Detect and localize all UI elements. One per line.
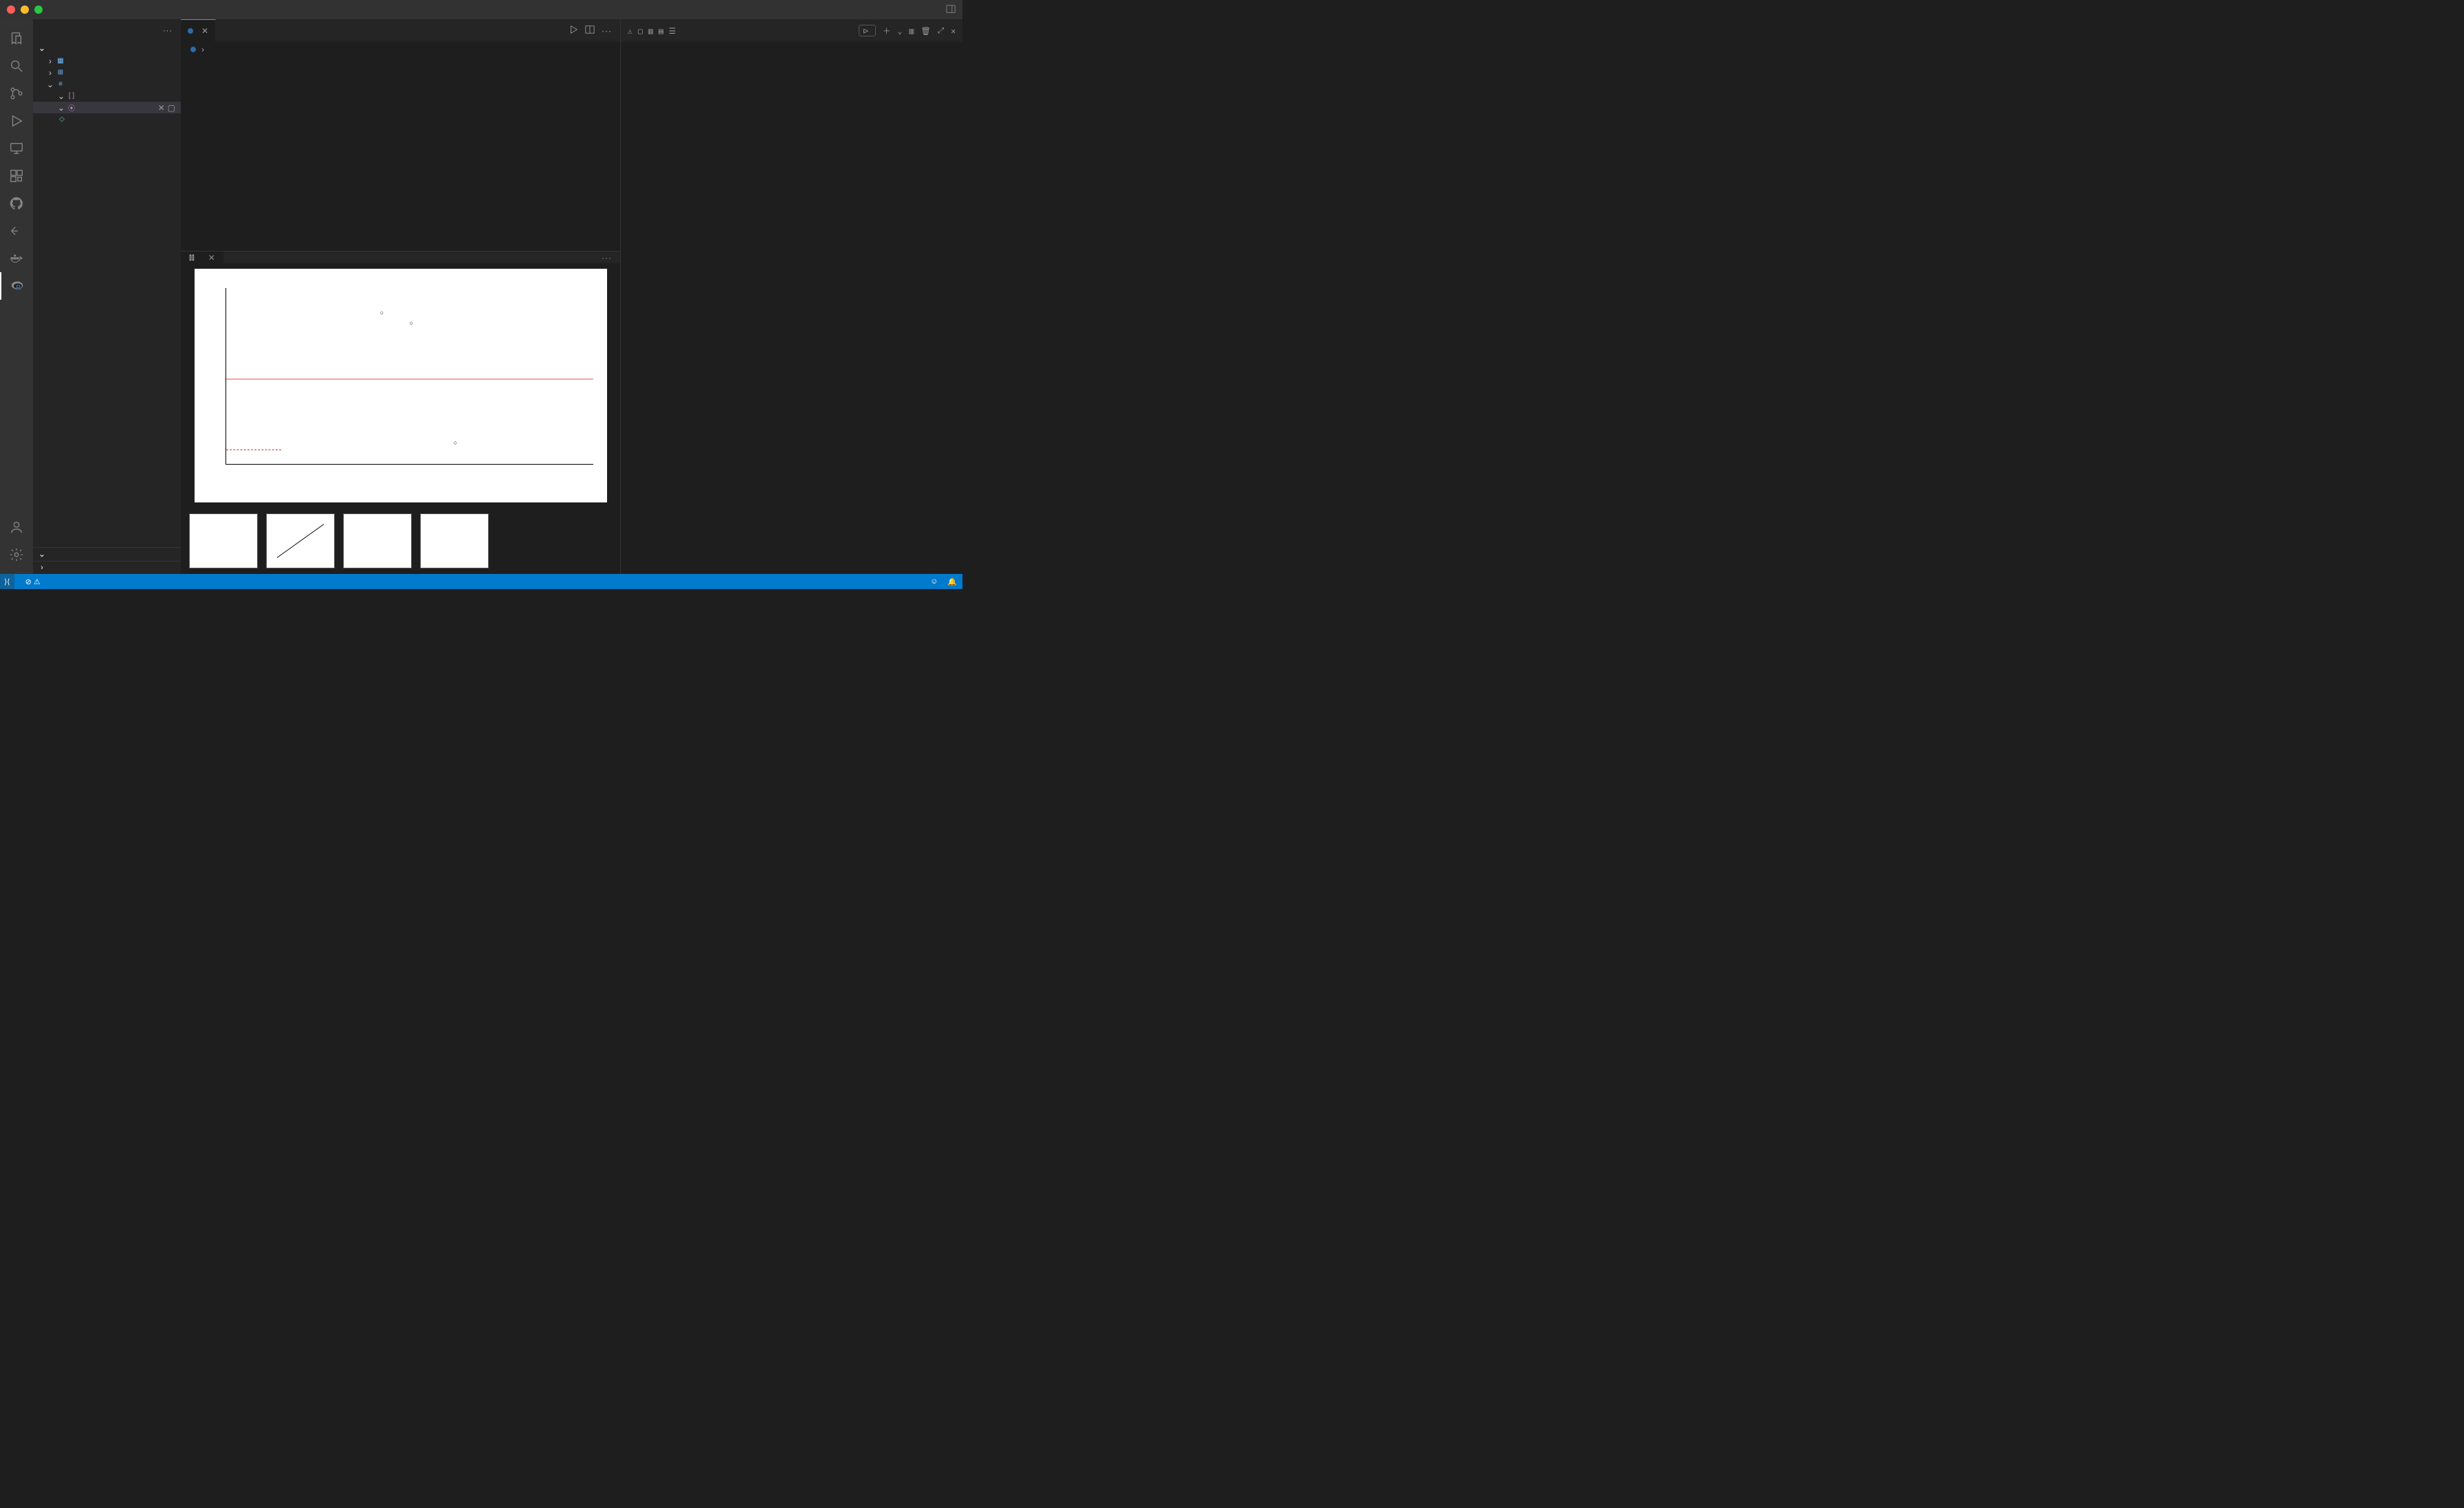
tree-var-n[interactable]: ◇	[33, 113, 181, 125]
split-editor-icon[interactable]	[585, 25, 595, 36]
window-minimize-mac[interactable]	[21, 5, 29, 14]
source-control-icon[interactable]	[0, 80, 33, 107]
settings-gear-icon[interactable]	[0, 541, 33, 568]
terminal-close-icon[interactable]: ✕	[951, 26, 956, 36]
activity-bar: R	[0, 19, 33, 574]
plot-tab[interactable]: ⫾⫾ ✕	[181, 252, 223, 263]
plot-tab-close-icon[interactable]: ✕	[208, 253, 215, 263]
live-share-icon[interactable]	[0, 217, 33, 245]
window-close-mac[interactable]	[7, 5, 15, 14]
tree-var-dt[interactable]: ⌄[ ]	[33, 90, 181, 102]
remote-indicator[interactable]: ⟩⟨	[0, 574, 14, 589]
editor-more-icon[interactable]: ···	[602, 26, 612, 36]
plot-thumb-2[interactable]	[266, 513, 335, 568]
r-file-icon	[188, 28, 193, 34]
status-feedback-icon[interactable]: ☺	[930, 577, 938, 586]
terminal-panel: ⚠ ▢ ▥ ▤ ☰ ▷ ＋ ⌄ ▥ 🗑 ⤢ ✕	[620, 19, 962, 574]
statusbar: ⟩⟨ ⊘ ⚠ ☺ 🔔	[0, 574, 962, 589]
plot-panel: ⫾⫾ ✕ ··· ○ ○	[181, 251, 620, 574]
run-debug-icon[interactable]	[0, 107, 33, 135]
extensions-icon[interactable]	[0, 162, 33, 190]
plot-thumb-3[interactable]	[343, 513, 412, 568]
terminal-chevron-down-icon[interactable]: ⌄	[897, 26, 902, 36]
close-icon[interactable]: ✕	[158, 103, 165, 113]
tree-attached-namespaces[interactable]: ›▦	[33, 55, 181, 67]
sidebar-more-icon[interactable]: ···	[163, 27, 173, 35]
window-zoom-mac[interactable]	[34, 5, 43, 14]
sidebar: ··· ⌄ ›▦ ›⊞ ⌄≡ ⌄[ ] ⌄⦿✕▢ ◇ ⌄ ›	[33, 19, 181, 574]
terminal-layout1-icon[interactable]: ▥	[648, 26, 653, 36]
plot-more-icon[interactable]: ···	[602, 253, 620, 263]
accounts-icon[interactable]	[0, 513, 33, 541]
search-icon[interactable]	[0, 52, 33, 80]
terminal-output-icon[interactable]: ▢	[638, 26, 643, 36]
plot-thumb-4[interactable]	[420, 513, 489, 568]
titlebar	[0, 0, 962, 19]
tree-loaded-namespaces[interactable]: ›⊞	[33, 67, 181, 78]
terminal-kernel-select[interactable]: ▷	[859, 25, 876, 36]
docker-icon[interactable]	[0, 245, 33, 272]
terminal-list-icon[interactable]: ☰	[669, 26, 676, 36]
github-icon[interactable]	[0, 190, 33, 217]
open-icon[interactable]: ▢	[168, 103, 175, 113]
code-editor[interactable]	[181, 57, 620, 251]
tree-var-model[interactable]: ⌄⦿✕▢	[33, 102, 181, 113]
layout-toggle-icon[interactable]	[946, 4, 956, 16]
editor-group: ✕ ··· › ⫾⫾ ✕	[181, 19, 620, 574]
status-problems[interactable]: ⊘ ⚠	[25, 577, 41, 586]
terminal-layout2-icon[interactable]: ▤	[659, 26, 663, 36]
tree-global-env[interactable]: ⌄≡	[33, 78, 181, 90]
breadcrumb[interactable]: ›	[181, 42, 620, 57]
terminal-trash-icon[interactable]: 🗑	[921, 26, 931, 36]
terminal-output[interactable]	[621, 42, 962, 574]
r-file-icon	[190, 47, 196, 52]
plot-thumbnails	[181, 508, 620, 574]
run-file-icon[interactable]	[569, 25, 578, 36]
r-extension-icon[interactable]: R	[0, 272, 33, 300]
help-section-header[interactable]: ⌄	[33, 548, 181, 561]
terminal-maximize-icon[interactable]: ⤢	[938, 25, 944, 36]
explorer-icon[interactable]	[0, 25, 33, 52]
terminal-warning-icon[interactable]: ⚠	[628, 26, 632, 36]
tab-data-analysis[interactable]: ✕	[181, 19, 216, 42]
remote-explorer-icon[interactable]	[0, 135, 33, 162]
workspace-section-header[interactable]: ⌄	[33, 42, 181, 55]
plot-thumb-1[interactable]	[189, 513, 258, 568]
status-bell-icon[interactable]: 🔔	[947, 577, 957, 586]
svg-text:R: R	[16, 285, 21, 292]
terminal-new-icon[interactable]: ＋	[883, 25, 891, 36]
editor-tabs: ✕ ···	[181, 19, 620, 42]
liveshare-section-header[interactable]: ›	[33, 561, 181, 574]
tab-close-icon[interactable]: ✕	[201, 26, 208, 36]
chart-icon: ⫾⫾	[189, 252, 195, 263]
r-plot-canvas[interactable]: ○ ○ ○	[195, 269, 607, 502]
terminal-split-icon[interactable]: ▥	[909, 26, 914, 36]
